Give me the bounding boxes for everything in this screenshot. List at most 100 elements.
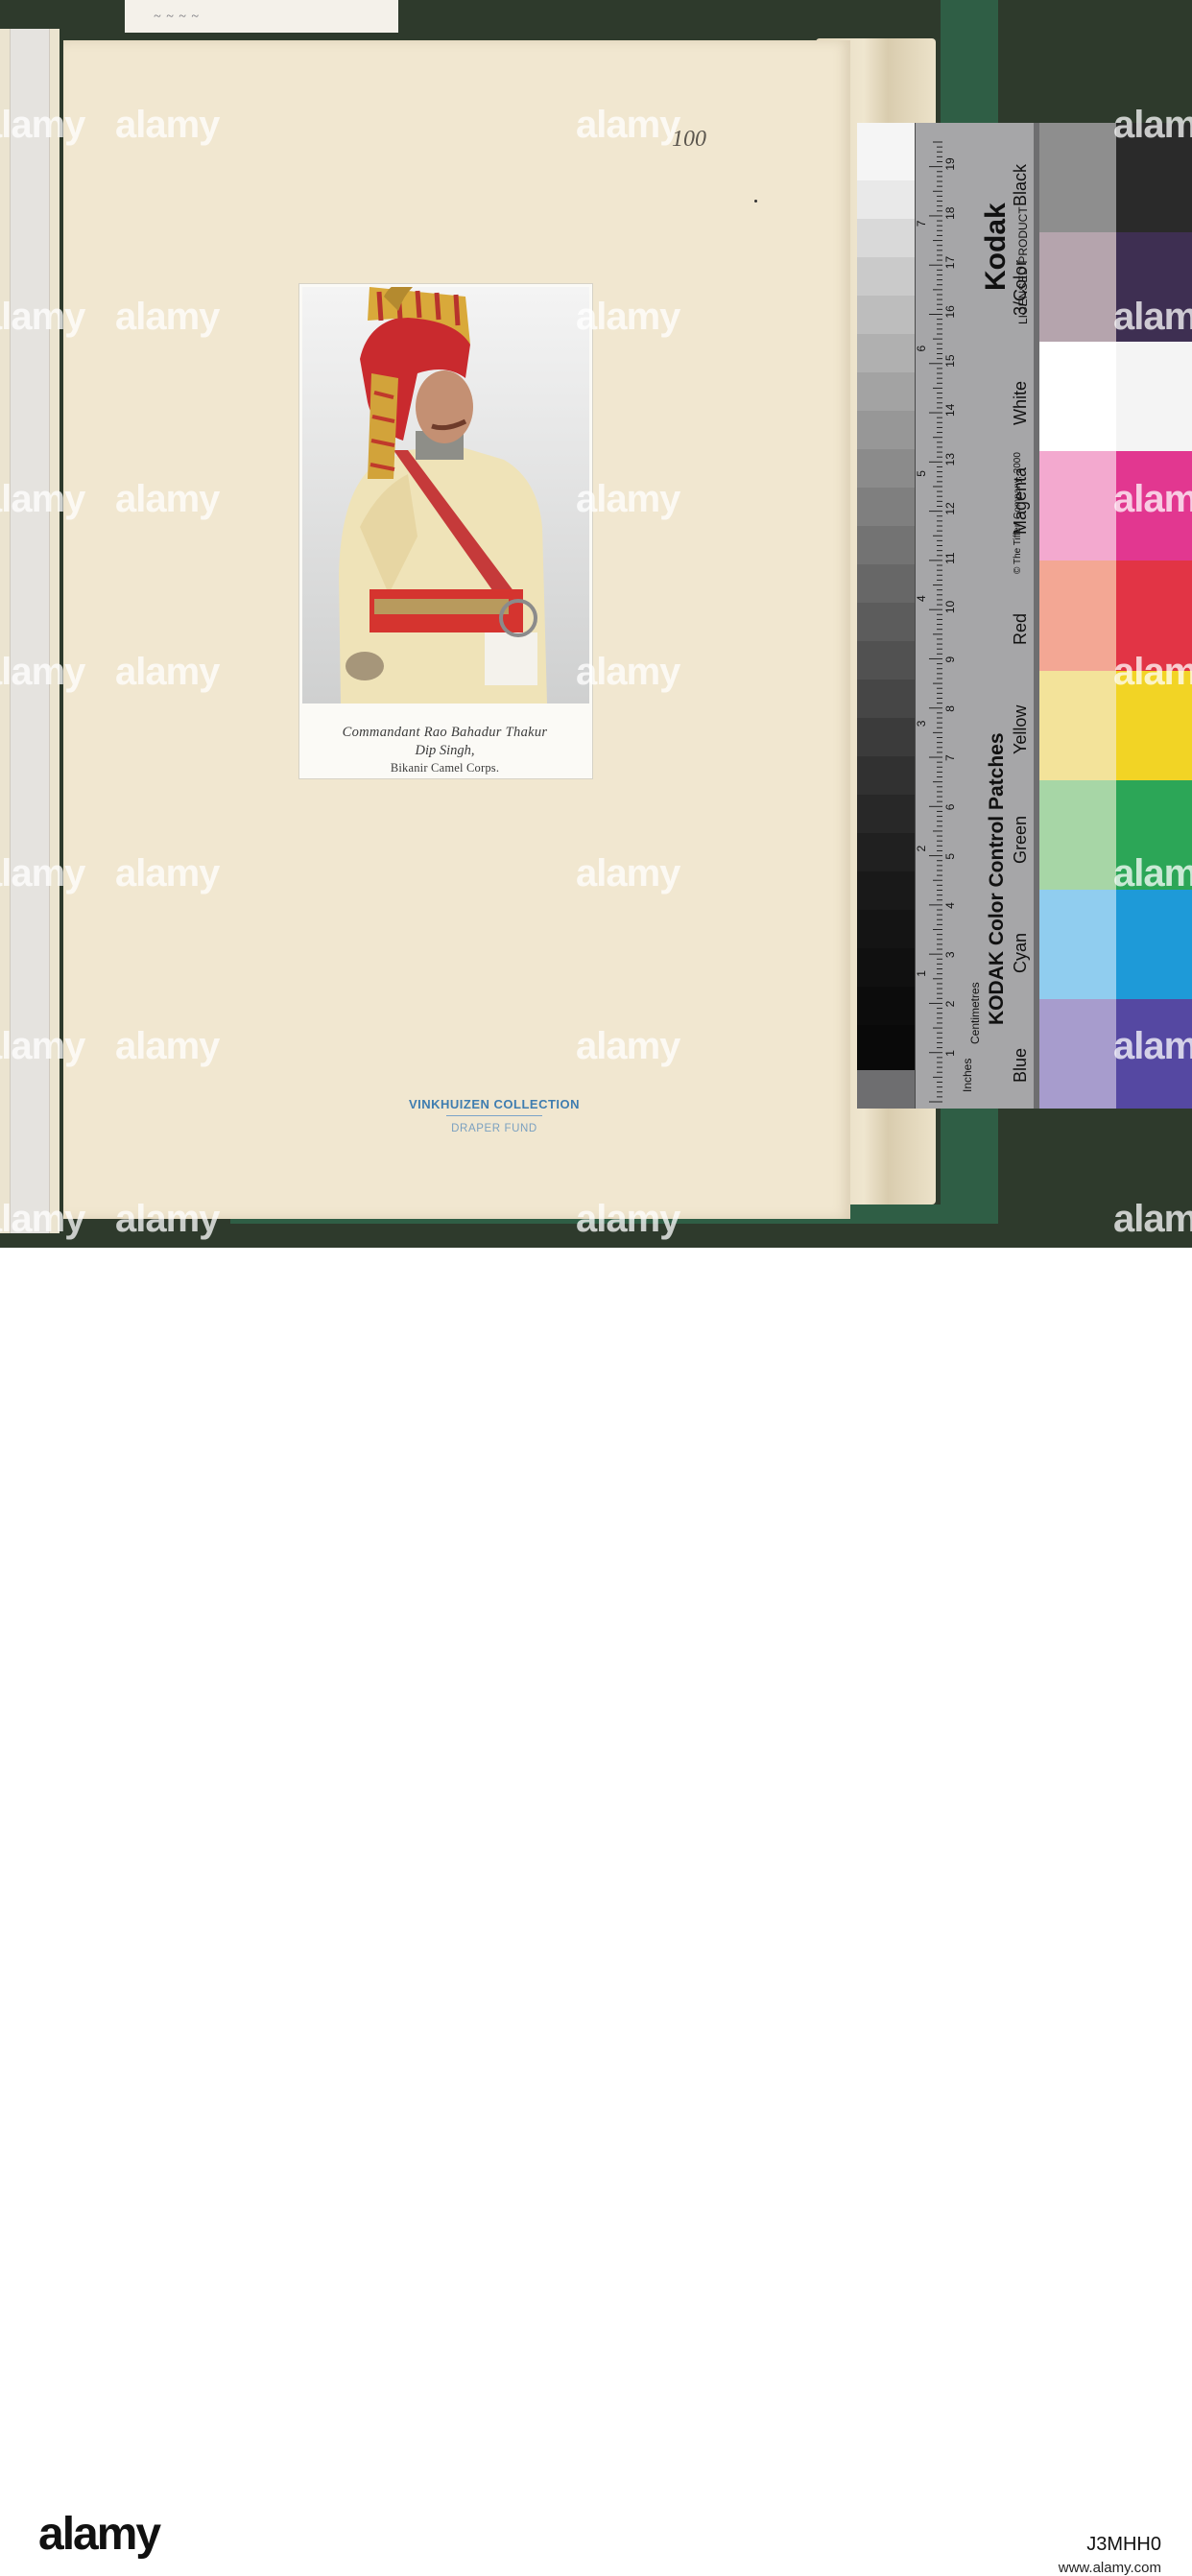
watermark: alamy xyxy=(576,104,680,146)
cm-tick-label: 3 xyxy=(943,951,957,958)
inch-tick-label: 2 xyxy=(916,845,928,851)
cm-tick-label: 8 xyxy=(943,705,957,712)
footer-bar: alamy J3MHH0 www.alamy.com xyxy=(0,1248,1192,2576)
patch-label: Magenta xyxy=(1011,467,1030,536)
site-url[interactable]: www.alamy.com xyxy=(1059,2560,1161,2576)
soldier-figure xyxy=(302,287,589,704)
caption-unit: Bikanir Camel Corps. xyxy=(390,761,500,775)
watermark: alamy xyxy=(576,478,680,520)
watermark: alamy xyxy=(576,852,680,894)
watermark: alamy xyxy=(115,1025,220,1067)
watermark: alamy xyxy=(0,1025,85,1067)
watermark: alamy xyxy=(115,478,220,520)
cm-tick-label: 5 xyxy=(943,853,957,860)
postcard xyxy=(298,283,593,779)
color-patch-magenta xyxy=(1039,451,1116,561)
patch-label: Red xyxy=(1011,612,1030,645)
color-patch-saturated xyxy=(1116,889,1192,999)
watermark: alamy xyxy=(1113,852,1192,894)
cm-tick-label: 14 xyxy=(943,403,957,417)
inch-tick-label: 7 xyxy=(916,220,928,227)
gray-scale-column xyxy=(857,123,915,1109)
color-patch-saturated xyxy=(1116,342,1192,452)
watermark: alamy xyxy=(0,852,85,894)
watermark: alamy xyxy=(115,852,220,894)
scanned-photo: ~ ~ ~ ~ 100 Commandant Rao Bahadur Thaku… xyxy=(0,0,1192,1248)
watermark: alamy xyxy=(1113,1025,1192,1067)
inches-label: Inches xyxy=(961,1058,974,1092)
watermark: alamy xyxy=(0,651,85,693)
cm-tick-label: 4 xyxy=(943,902,957,909)
label-strip: ~ ~ ~ ~ xyxy=(125,0,398,33)
watermark: alamy xyxy=(576,651,680,693)
watermark: alamy xyxy=(1113,1198,1192,1240)
watermark: alamy xyxy=(576,1025,680,1067)
color-patch-yellow xyxy=(1039,670,1116,780)
patch-label: Black xyxy=(1011,164,1030,207)
watermark: alamy xyxy=(0,478,85,520)
cm-tick-label: 10 xyxy=(943,601,957,614)
cm-tick-label: 15 xyxy=(943,354,957,368)
patch-label: Cyan xyxy=(1011,932,1030,973)
cm-tick-label: 13 xyxy=(943,453,957,466)
color-patch-3-color xyxy=(1039,232,1116,343)
fund-stamp: DRAPER FUND xyxy=(451,1123,537,1134)
watermark: alamy xyxy=(115,1198,220,1240)
color-patch-cyan xyxy=(1039,889,1116,999)
cm-tick-label: 18 xyxy=(943,206,957,220)
cm-tick-label: 17 xyxy=(943,256,957,270)
patch-label: 3/Color xyxy=(1011,260,1030,317)
watermark: alamy xyxy=(115,104,220,146)
watermark: alamy xyxy=(1113,104,1192,146)
cm-tick-label: 11 xyxy=(943,552,957,564)
watermark: alamy xyxy=(115,651,220,693)
cm-tick-label: 9 xyxy=(943,656,957,662)
watermark: alamy xyxy=(0,1198,85,1240)
ruler: 1 2 3 4 5 6 7 8 9 10 11 12 13 14 15 16 17 18 19 1 2 3 4 5 6 7 xyxy=(915,123,959,1109)
label-strip-text: ~ ~ ~ ~ xyxy=(154,10,200,24)
inch-tick-label: 4 xyxy=(916,595,928,602)
stamp-divider xyxy=(446,1115,542,1116)
watermark: alamy xyxy=(1113,651,1192,693)
inch-tick-label: 1 xyxy=(916,970,928,977)
watermark: alamy xyxy=(0,104,85,146)
color-patch-red xyxy=(1039,561,1116,671)
kodak-title: KODAK Color Control Patches xyxy=(986,732,1008,1025)
kodak-color-target: 1 2 3 4 5 6 7 8 9 10 11 12 13 14 15 16 17 18 19 1 2 3 4 5 6 7 Inc… xyxy=(857,123,1192,1109)
centimetres-label: Centimetres xyxy=(968,982,982,1044)
watermark: alamy xyxy=(576,296,680,338)
ink-dot xyxy=(754,200,757,203)
color-patch-blue xyxy=(1039,998,1116,1109)
inch-tick-label: 6 xyxy=(916,345,928,351)
inch-tick-label: 5 xyxy=(916,470,928,477)
cm-tick-label: 6 xyxy=(943,803,957,810)
patch-label: Yellow xyxy=(1011,704,1030,754)
watermark: alamy xyxy=(1113,478,1192,520)
caption-name: Dip Singh, xyxy=(415,743,475,758)
image-id: J3MHH0 xyxy=(1086,2534,1161,2555)
collection-stamp: VINKHUIZEN COLLECTION xyxy=(408,1097,581,1111)
color-patches xyxy=(1039,123,1192,1109)
cm-tick-label: 12 xyxy=(943,502,957,515)
alamy-logo[interactable]: alamy xyxy=(38,2508,161,2561)
watermark: alamy xyxy=(1113,296,1192,338)
patch-label: Blue xyxy=(1011,1047,1030,1083)
watermark: alamy xyxy=(115,296,220,338)
cm-tick-label: 19 xyxy=(943,157,957,171)
color-patch-green xyxy=(1039,779,1116,890)
soldier-illustration xyxy=(302,287,589,704)
cm-tick-label: 1 xyxy=(943,1050,957,1057)
ruler-ticks: 123456789101112131415161718191234567 xyxy=(915,141,957,1103)
watermark: alamy xyxy=(576,1198,680,1240)
patch-label: White xyxy=(1011,381,1030,426)
color-patch-white xyxy=(1039,342,1116,452)
cm-tick-label: 7 xyxy=(943,754,957,761)
watermark: alamy xyxy=(0,296,85,338)
cm-tick-label: 16 xyxy=(943,305,957,319)
cm-tick-label: 2 xyxy=(943,1000,957,1007)
color-patch-black xyxy=(1039,123,1116,233)
caption-title: Commandant Rao Bahadur Thakur xyxy=(342,725,548,740)
kodak-logo: Kodak xyxy=(980,203,1012,291)
patch-label: Green xyxy=(1011,815,1030,864)
inch-tick-label: 3 xyxy=(916,720,928,727)
